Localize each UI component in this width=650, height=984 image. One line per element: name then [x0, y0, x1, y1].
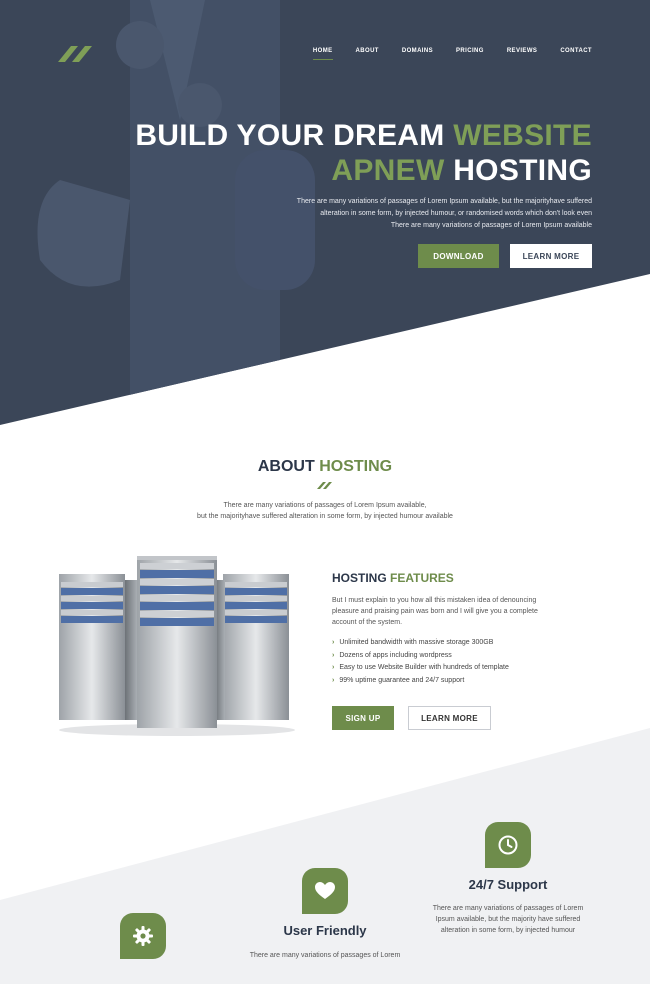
nav-about[interactable]: ABOUT — [356, 48, 379, 58]
nav-pricing[interactable]: PRICING — [456, 48, 484, 58]
features-description: But I must explain to you how all this m… — [332, 597, 538, 626]
hero-learn-more-button[interactable]: LEARN MORE — [510, 244, 592, 268]
section-divider-icon — [317, 482, 332, 489]
features-list: › Unlimited bandwidth with massive storag… — [332, 637, 509, 687]
about-title: ABOUT HOSTING — [257, 458, 393, 475]
nav-domains[interactable]: DOMAINS — [402, 48, 433, 58]
service-title-friendly: User Friendly — [283, 923, 367, 938]
hero-section: HOME ABOUT DOMAINS PRICING REVIEWS CONTA… — [0, 0, 650, 425]
features-learn-more-button[interactable]: LEARN MORE — [408, 706, 491, 730]
hero-title-line2: APNEW HOSTING — [331, 154, 592, 187]
service-title-support: 24/7 Support — [468, 877, 548, 892]
gear-icon — [133, 926, 153, 946]
list-item: › Easy to use Website Builder with hundre… — [332, 664, 509, 671]
sign-up-button[interactable]: SIGN UP — [332, 706, 394, 730]
list-item: › 99% uptime guarantee and 24/7 support — [332, 676, 465, 684]
about-description: There are many variations of passages of… — [197, 502, 453, 520]
list-item: › Unlimited bandwidth with massive storag… — [332, 639, 494, 646]
hero-title-line1: BUILD YOUR DREAM WEBSITE — [135, 119, 592, 152]
heart-icon — [315, 882, 335, 899]
brand-logo-icon[interactable] — [58, 42, 96, 66]
service-text-friendly: There are many variations of passages of… — [249, 952, 401, 959]
service-icon-support — [485, 822, 531, 868]
chevron-right-icon: › — [332, 651, 335, 659]
features-title: HOSTING FEATURES — [332, 571, 454, 585]
hero-title: BUILD YOUR DREAM WEBSITE APNEW HOSTING — [135, 118, 592, 188]
hero-description: There are many variations of passages of… — [296, 198, 592, 229]
main-nav: HOME ABOUT DOMAINS PRICING REVIEWS CONTA… — [312, 48, 592, 60]
service-text-support: There are many variations of passages of… — [432, 905, 584, 934]
download-button[interactable]: DOWNLOAD — [418, 244, 499, 268]
nav-contact[interactable]: CONTACT — [560, 48, 592, 58]
chevron-right-icon: › — [332, 676, 335, 684]
service-icon-settings — [120, 913, 166, 959]
chevron-right-icon: › — [332, 664, 335, 671]
nav-home[interactable]: HOME — [312, 48, 333, 60]
nav-reviews[interactable]: REVIEWS — [507, 48, 537, 58]
chevron-right-icon: › — [332, 639, 335, 646]
servers-image — [59, 556, 295, 736]
features-buttons: SIGN UP LEARN MORE — [332, 706, 491, 730]
clock-icon — [498, 835, 518, 855]
service-icon-friendly — [302, 868, 348, 914]
services-section — [0, 728, 650, 984]
hero-buttons: DOWNLOAD LEARN MORE — [418, 244, 592, 268]
list-item: › Dozens of apps including wordpress — [332, 651, 452, 659]
